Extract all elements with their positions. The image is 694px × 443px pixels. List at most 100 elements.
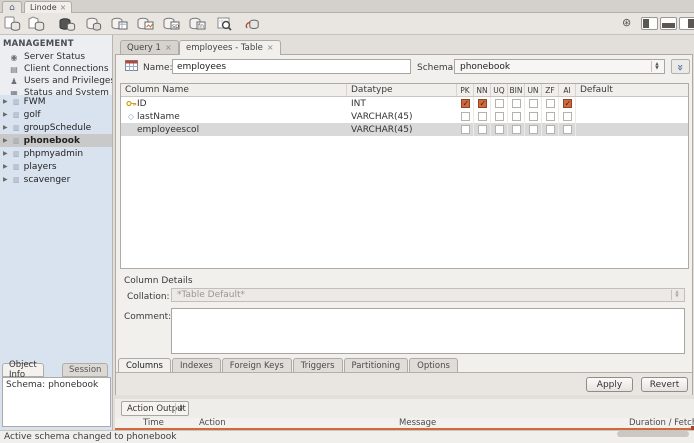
object-info-panel: Schema: phonebook <box>2 377 111 427</box>
svg-text:fn: fn <box>198 23 204 30</box>
schema-item-phpmyadmin[interactable]: ▶ ▥ phpmyadmin <box>0 147 112 160</box>
checkbox-uq[interactable] <box>494 99 504 108</box>
schema-select[interactable]: phonebook ▲ ▼ <box>454 59 665 74</box>
checkbox-nn[interactable] <box>477 125 487 134</box>
col-header-nn[interactable]: NN <box>474 84 491 96</box>
db-new-function-icon[interactable]: fn <box>188 16 206 32</box>
tab-options[interactable]: Options <box>409 358 458 373</box>
schema-item-groupschedule[interactable]: ▶ ▥ groupSchedule <box>0 121 112 134</box>
checkbox-nn[interactable] <box>477 99 487 108</box>
sidebar-item-users-privileges[interactable]: ♟ Users and Privileges <box>0 75 112 87</box>
tab-columns[interactable]: Columns <box>118 358 171 373</box>
expander-icon[interactable]: ▶ <box>3 111 9 118</box>
schema-item-golf[interactable]: ▶ ▥ golf <box>0 108 112 121</box>
table-row[interactable]: ID INT <box>121 97 688 110</box>
expander-icon[interactable]: ▶ <box>3 137 9 144</box>
checkbox-un[interactable] <box>528 99 538 108</box>
checkbox-pk[interactable] <box>460 99 470 108</box>
tab-employees-table[interactable]: employees - Table × <box>179 40 281 55</box>
db-new-view-icon[interactable] <box>136 16 154 32</box>
col-header-uq[interactable]: UQ <box>491 84 508 96</box>
table-name-input[interactable] <box>172 59 411 74</box>
checkbox-nn[interactable] <box>477 112 487 121</box>
comment-textarea[interactable] <box>171 308 685 354</box>
checkbox-zf[interactable] <box>545 125 555 134</box>
sql-file-open-icon[interactable] <box>28 16 46 32</box>
close-icon[interactable]: × <box>267 44 274 52</box>
close-icon[interactable]: × <box>60 3 67 12</box>
tab-triggers[interactable]: Triggers <box>292 358 343 373</box>
db-reconnect-icon[interactable] <box>244 16 262 32</box>
col-header-zf[interactable]: ZF <box>542 84 559 96</box>
checkbox-un[interactable] <box>528 112 538 121</box>
toggle-right-panel-button[interactable] <box>679 17 694 30</box>
col-header-un[interactable]: UN <box>525 84 542 96</box>
collation-select[interactable]: *Table Default* ▲ ▼ <box>171 288 685 302</box>
output-selector[interactable]: Action Output ▲ ▼ <box>121 401 189 416</box>
db-new-table-icon[interactable] <box>110 16 128 32</box>
db-new-procedure-icon[interactable]: sp <box>162 16 180 32</box>
expander-icon[interactable]: ▶ <box>3 176 9 183</box>
output-col-time[interactable]: Time <box>143 418 199 428</box>
schema-item-players[interactable]: ▶ ▥ players <box>0 160 112 173</box>
db-overview-icon[interactable] <box>58 16 76 32</box>
tab-partitioning[interactable]: Partitioning <box>343 358 409 373</box>
col-header-name[interactable]: Column Name <box>121 84 347 96</box>
db-search-icon[interactable] <box>216 16 234 32</box>
checkbox-un[interactable] <box>528 125 538 134</box>
column-default[interactable] <box>576 110 688 123</box>
checkbox-ai[interactable] <box>562 99 572 108</box>
expander-icon[interactable]: ▶ <box>3 98 9 105</box>
checkbox-ai[interactable] <box>562 112 572 121</box>
col-header-default[interactable]: Default <box>576 84 688 96</box>
close-icon[interactable]: × <box>165 44 172 52</box>
checkbox-bin[interactable] <box>511 112 521 121</box>
table-row[interactable]: ◇ lastName VARCHAR(45) <box>121 110 688 123</box>
expander-icon[interactable]: ▶ <box>3 150 9 157</box>
toggle-bottom-panel-button[interactable] <box>660 17 677 30</box>
revert-button[interactable]: Revert <box>641 377 688 392</box>
col-header-datatype[interactable]: Datatype <box>347 84 457 96</box>
checkbox-ai[interactable] <box>562 125 572 134</box>
checkbox-uq[interactable] <box>494 112 504 121</box>
schema-icon: ▥ <box>13 149 20 158</box>
checkbox-pk[interactable] <box>460 112 470 121</box>
column-default[interactable] <box>576 123 688 136</box>
schema-item-phonebook[interactable]: ▶ ▥ phonebook <box>0 134 112 147</box>
stepper-icon[interactable]: ▲ ▼ <box>651 61 662 72</box>
output-col-duration[interactable]: Duration / Fetch <box>629 418 694 428</box>
schema-item-fwm[interactable]: ▶ ▥ FWM <box>0 95 112 108</box>
col-header-bin[interactable]: BIN <box>508 84 525 96</box>
tab-foreign-keys[interactable]: Foreign Keys <box>221 358 292 373</box>
expand-header-button[interactable]: » <box>671 59 690 74</box>
sidebar-item-client-connections[interactable]: ▤ Client Connections <box>0 63 112 75</box>
checkbox-zf[interactable] <box>545 99 555 108</box>
horizontal-scrollbar-thumb[interactable] <box>617 431 689 437</box>
connection-tab[interactable]: Linode × <box>24 1 73 13</box>
col-header-ai[interactable]: AI <box>559 84 576 96</box>
output-col-action[interactable]: Action <box>199 418 399 428</box>
db-new-schema-icon[interactable] <box>84 16 102 32</box>
toggle-left-panel-button[interactable] <box>641 17 658 30</box>
checkbox-bin[interactable] <box>511 99 521 108</box>
sidebar-item-server-status[interactable]: ◉ Server Status <box>0 51 112 63</box>
tab-object-info[interactable]: Object Info <box>2 360 44 380</box>
apply-button[interactable]: Apply <box>586 377 633 392</box>
status-indicator-icon[interactable]: ⊛ <box>622 16 631 29</box>
table-row[interactable]: employeescol VARCHAR(45) <box>121 123 688 136</box>
checkbox-uq[interactable] <box>494 125 504 134</box>
sql-file-new-icon[interactable] <box>4 16 22 32</box>
expander-icon[interactable]: ▶ <box>3 163 9 170</box>
tab-indexes[interactable]: Indexes <box>171 358 221 373</box>
home-tab[interactable]: ⌂ <box>2 1 22 13</box>
checkbox-zf[interactable] <box>545 112 555 121</box>
checkbox-bin[interactable] <box>511 125 521 134</box>
column-default[interactable] <box>576 97 688 110</box>
tab-query1[interactable]: Query 1 × <box>120 40 179 55</box>
schema-item-scavenger[interactable]: ▶ ▥ scavenger <box>0 173 112 186</box>
col-header-pk[interactable]: PK <box>457 84 474 96</box>
tab-session[interactable]: Session <box>62 363 109 377</box>
expander-icon[interactable]: ▶ <box>3 124 9 131</box>
checkbox-pk[interactable] <box>460 125 470 134</box>
output-col-message[interactable]: Message <box>399 418 629 428</box>
